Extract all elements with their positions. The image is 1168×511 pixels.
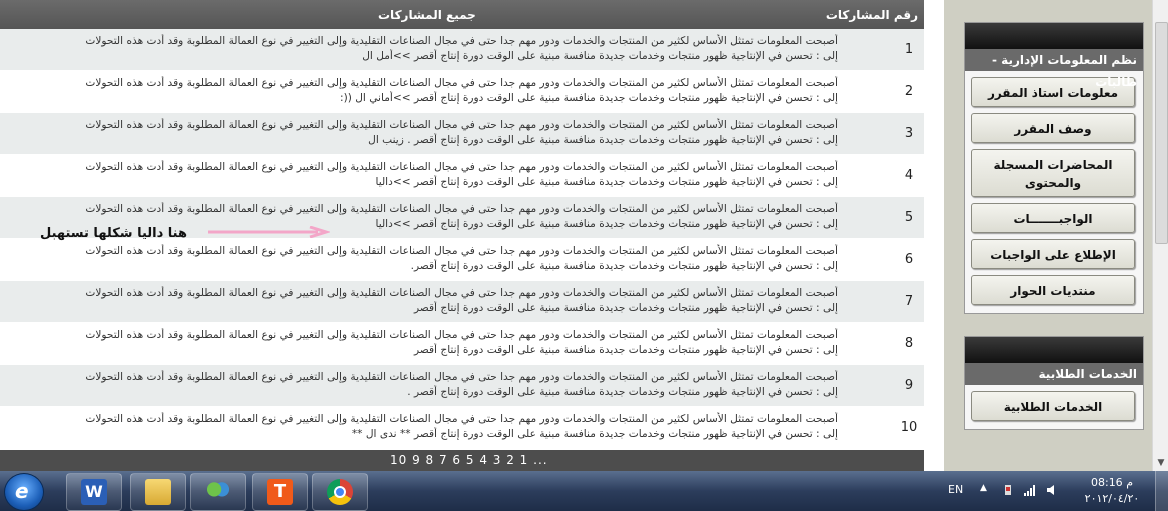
discussion-forums-button[interactable]: منتديات الحوار: [971, 275, 1135, 305]
column-header-all-posts[interactable]: جميع المشاركات: [378, 8, 476, 22]
table-row[interactable]: 10 أصبحت المعلومات تمتثل الأساس لكثير من…: [0, 407, 924, 449]
table-row[interactable]: 7 أصبحت المعلومات تمتثل الأساس لكثير من …: [0, 281, 924, 323]
post-line: أصبحت المعلومات تمتثل الأساس لكثير من ال…: [85, 77, 838, 89]
folder-icon: [145, 479, 171, 505]
windows-logo-icon: e: [15, 479, 29, 503]
pink-arrow-icon: [208, 226, 330, 238]
post-line: إلى : تحسن في الإنتاجية ظهور منتجات وخدم…: [368, 134, 838, 146]
table-row[interactable]: 6 أصبحت المعلومات تمتثل الأساس لكثير من …: [0, 239, 924, 281]
system-tray: EN ▲ 08:16 م ٢٠١٢/٠٤/٢٠: [940, 471, 1168, 511]
taskbar-messenger[interactable]: [190, 473, 246, 511]
handwritten-annotation: هنا داليا شكلها تستهبل: [40, 226, 187, 241]
table-row[interactable]: 1 أصبحت المعلومات تمتثل الأساس لكثير من …: [0, 29, 924, 71]
instructor-info-button[interactable]: معلومات استاذ المقرر: [971, 77, 1135, 107]
post-line: إلى : تحسن في الإنتاجية ظهور منتجات وخدم…: [351, 428, 838, 440]
table-header: رقم المشاركات جميع المشاركات: [0, 0, 924, 29]
row-number: 4: [904, 168, 914, 183]
row-number: 8: [904, 336, 914, 351]
post-line: أصبحت المعلومات تمتثل الأساس لكثير من ال…: [85, 35, 838, 47]
post-line: إلى : تحسن في الإنتاجية ظهور منتجات وخدم…: [340, 92, 838, 104]
row-number: 7: [904, 294, 914, 309]
row-number: 6: [904, 252, 914, 267]
page-links[interactable]: 10 9 8 7 6 5 4 3 2 1 ...: [390, 453, 548, 467]
post-line: إلى : تحسن في الإنتاجية ظهور منتجات وخدم…: [375, 176, 838, 188]
scrollbar-thumb[interactable]: [1155, 22, 1168, 244]
post-line: أصبحت المعلومات تمتثل الأساس لكثير من ال…: [85, 371, 838, 383]
start-button[interactable]: e: [4, 473, 44, 511]
student-services-button[interactable]: الخدمات الطلابية: [971, 391, 1135, 421]
taskbar: e W T EN ▲ 08:16 م ٢٠١٢/٠٤/٢٠: [0, 471, 1168, 511]
post-text[interactable]: أصبحت المعلومات تمتثل الأساس لكثير من ال…: [12, 328, 838, 358]
taskbar-t-app[interactable]: T: [252, 473, 308, 511]
post-line: إلى : تحسن في الإنتاجية ظهور منتجات وخدم…: [413, 344, 838, 356]
course-menu-title: نظم المعلومات الإدارية - طالبات: [965, 49, 1143, 89]
post-text[interactable]: أصبحت المعلومات تمتثل الأساس لكثير من ال…: [12, 244, 838, 274]
student-services-panel: الخدمات الطلابية الخدمات الطلابية: [964, 336, 1144, 430]
row-number: 10: [900, 420, 918, 435]
row-number: 9: [904, 378, 914, 393]
table-row[interactable]: 9 أصبحت المعلومات تمتثل الأساس لكثير من …: [0, 365, 924, 407]
course-description-button[interactable]: وصف المقرر: [971, 113, 1135, 143]
taskbar-chrome[interactable]: [312, 473, 368, 511]
row-number: 5: [904, 210, 914, 225]
vertical-scrollbar[interactable]: ▼: [1152, 0, 1168, 471]
show-desktop-button[interactable]: [1155, 471, 1168, 511]
post-line: أصبحت المعلومات تمتثل الأساس لكثير من ال…: [85, 413, 838, 425]
post-text[interactable]: أصبحت المعلومات تمتثل الأساس لكثير من ال…: [12, 76, 838, 106]
column-header-number[interactable]: رقم المشاركات: [826, 8, 918, 22]
post-line: إلى : تحسن في الإنتاجية ظهور منتجات وخدم…: [407, 386, 838, 398]
pagination: 10 9 8 7 6 5 4 3 2 1 ...: [0, 450, 924, 471]
show-hidden-icons-icon[interactable]: ▲: [980, 483, 987, 493]
post-text[interactable]: أصبحت المعلومات تمتثل الأساس لكثير من ال…: [12, 412, 838, 442]
post-text[interactable]: أصبحت المعلومات تمتثل الأساس لكثير من ال…: [12, 34, 838, 64]
post-line: إلى : تحسن في الإنتاجية ظهور منتجات وخدم…: [413, 302, 838, 314]
post-text[interactable]: أصبحت المعلومات تمتثل الأساس لكثير من ال…: [12, 370, 838, 400]
panel-cap: [965, 23, 1143, 49]
student-services-title: الخدمات الطلابية: [965, 363, 1143, 385]
table-row[interactable]: 3 أصبحت المعلومات تمتثل الأساس لكثير من …: [0, 113, 924, 155]
language-indicator[interactable]: EN: [948, 483, 963, 496]
row-number: 3: [904, 126, 914, 141]
view-assignments-button[interactable]: الإطلاع على الواجبات: [971, 239, 1135, 269]
network-signal-icon[interactable]: [1024, 484, 1036, 496]
table-row[interactable]: 2 أصبحت المعلومات تمتثل الأساس لكثير من …: [0, 71, 924, 113]
post-line: أصبحت المعلومات تمتثل الأساس لكثير من ال…: [85, 203, 838, 215]
row-number: 2: [904, 84, 914, 99]
taskbar-explorer[interactable]: [130, 473, 186, 511]
usb-icon[interactable]: [1002, 484, 1014, 496]
row-number: 1: [904, 42, 914, 57]
posts-table: رقم المشاركات جميع المشاركات 1 أصبحت الم…: [0, 0, 924, 471]
post-line: أصبحت المعلومات تمتثل الأساس لكثير من ال…: [85, 329, 838, 341]
clock-time: 08:16 م: [1090, 476, 1133, 489]
table-row[interactable]: 4 أصبحت المعلومات تمتثل الأساس لكثير من …: [0, 155, 924, 197]
post-text[interactable]: أصبحت المعلومات تمتثل الأساس لكثير من ال…: [12, 286, 838, 316]
scroll-down-icon[interactable]: ▼: [1153, 455, 1168, 471]
post-line: إلى : تحسن في الإنتاجية ظهور منتجات وخدم…: [362, 50, 838, 62]
volume-icon[interactable]: [1046, 484, 1058, 496]
post-text[interactable]: أصبحت المعلومات تمتثل الأساس لكثير من ال…: [12, 160, 838, 190]
table-row[interactable]: 8 أصبحت المعلومات تمتثل الأساس لكثير من …: [0, 323, 924, 365]
recorded-lectures-button[interactable]: المحاضرات المسجلة والمحتوى: [971, 149, 1135, 197]
taskbar-word[interactable]: W: [66, 473, 122, 511]
people-icon: [205, 479, 231, 505]
clock-date: ٢٠١٢/٠٤/٢٠: [1084, 492, 1140, 505]
word-icon: W: [81, 479, 107, 505]
post-line: إلى : تحسن في الإنتاجية ظهور منتجات وخدم…: [410, 260, 838, 272]
panel-cap: [965, 337, 1143, 363]
course-menu-panel: نظم المعلومات الإدارية - طالبات معلومات …: [964, 22, 1144, 314]
post-line: أصبحت المعلومات تمتثل الأساس لكثير من ال…: [85, 161, 838, 173]
post-line: أصبحت المعلومات تمتثل الأساس لكثير من ال…: [85, 119, 838, 131]
clock[interactable]: 08:16 م ٢٠١٢/٠٤/٢٠: [1080, 475, 1144, 507]
post-text[interactable]: أصبحت المعلومات تمتثل الأساس لكثير من ال…: [12, 118, 838, 148]
assignments-button[interactable]: الواجبـــــــات: [971, 203, 1135, 233]
post-line: أصبحت المعلومات تمتثل الأساس لكثير من ال…: [85, 287, 838, 299]
browser-page: رقم المشاركات جميع المشاركات 1 أصبحت الم…: [0, 0, 1168, 471]
chrome-icon: [327, 479, 353, 505]
post-line: أصبحت المعلومات تمتثل الأساس لكثير من ال…: [85, 245, 838, 257]
t-icon: T: [267, 479, 293, 505]
